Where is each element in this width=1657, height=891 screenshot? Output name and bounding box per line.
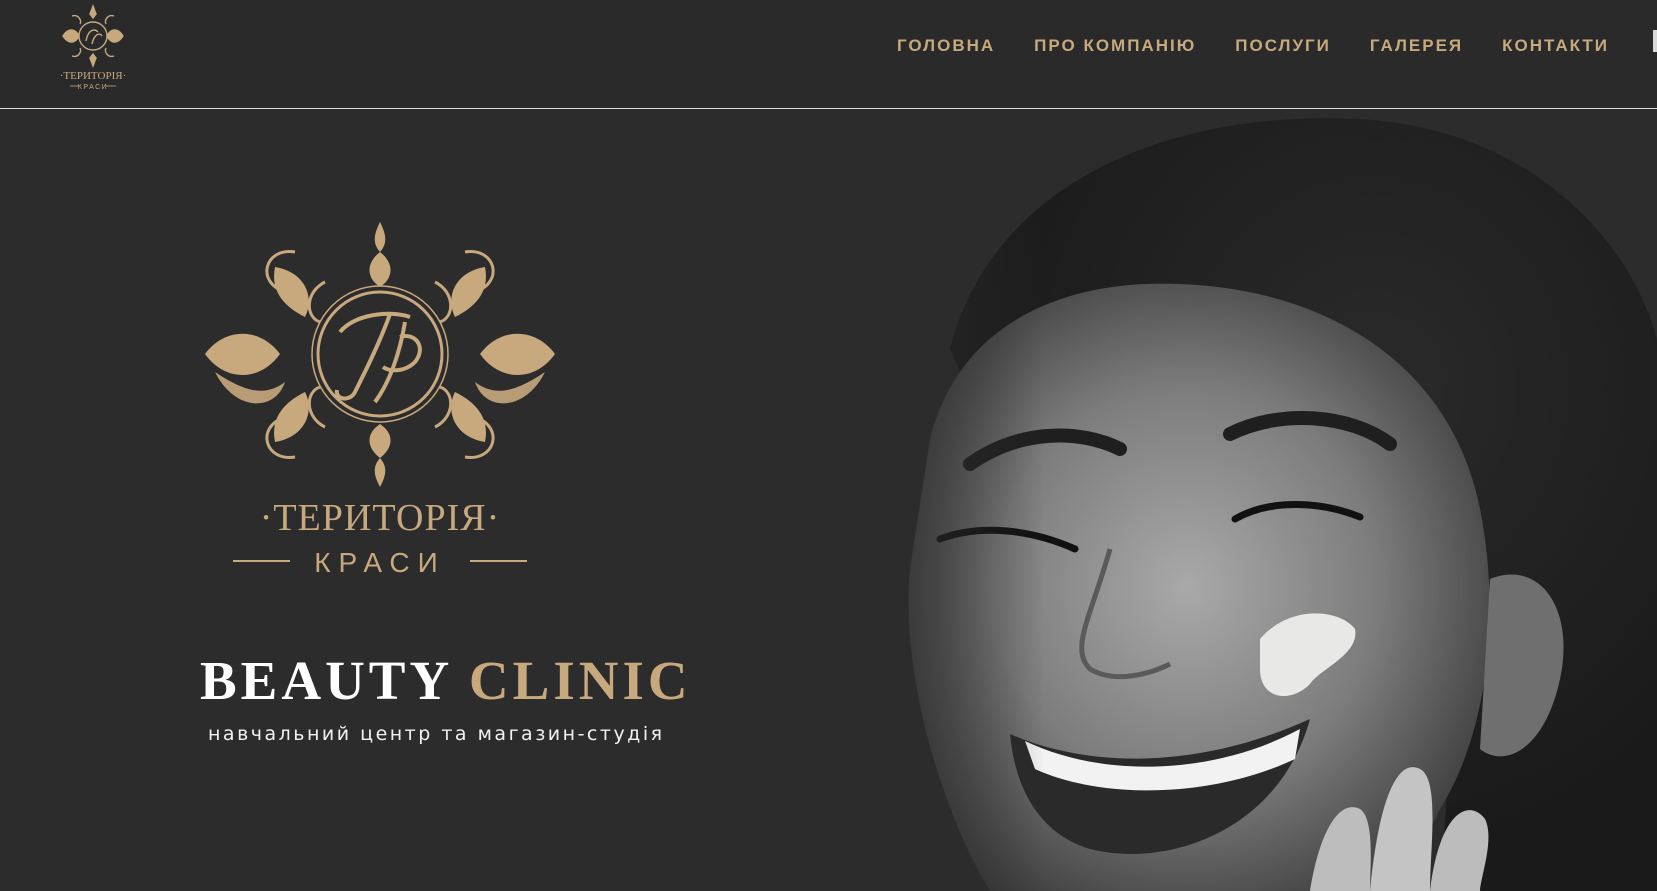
- hero-title-part2: CLINIC: [468, 650, 692, 711]
- hero-photo: [840, 109, 1657, 891]
- main-nav: ГОЛОВНА ПРО КОМПАНІЮ ПОСЛУГИ ГАЛЕРЕЯ КОН…: [858, 0, 1609, 92]
- header-logo-subname: КРАСИ: [78, 84, 108, 91]
- menu-toggle-edge[interactable]: [1653, 30, 1657, 52]
- hero-logo-subname: КРАСИ: [314, 547, 446, 578]
- header-logo[interactable]: ·ТЕРИТОРІЯ· КРАСИ: [48, 2, 138, 94]
- hero-title: BEAUTY CLINIC: [200, 649, 688, 712]
- hero-title-part1: BEAUTY: [200, 650, 452, 711]
- nav-item-services[interactable]: ПОСЛУГИ: [1235, 36, 1331, 56]
- header-logo-name: ·ТЕРИТОРІЯ·: [60, 70, 126, 82]
- hero-logo-name: ·ТЕРИТОРІЯ·: [260, 497, 501, 539]
- nav-item-gallery[interactable]: ГАЛЕРЕЯ: [1370, 36, 1463, 56]
- site-header: ·ТЕРИТОРІЯ· КРАСИ ГОЛОВНА ПРО КОМПАНІЮ П…: [0, 0, 1657, 109]
- hero-tagline: навчальний центр та магазин-студія: [208, 723, 665, 745]
- hero-section: ·ТЕРИТОРІЯ· КРАСИ BEAUTY CLINIC навчальн…: [0, 109, 1657, 891]
- nav-item-about[interactable]: ПРО КОМПАНІЮ: [1034, 36, 1196, 56]
- hero-logo: ·ТЕРИТОРІЯ· КРАСИ: [205, 222, 555, 578]
- nav-item-home[interactable]: ГОЛОВНА: [897, 36, 995, 56]
- nav-item-contacts[interactable]: КОНТАКТИ: [1502, 36, 1609, 56]
